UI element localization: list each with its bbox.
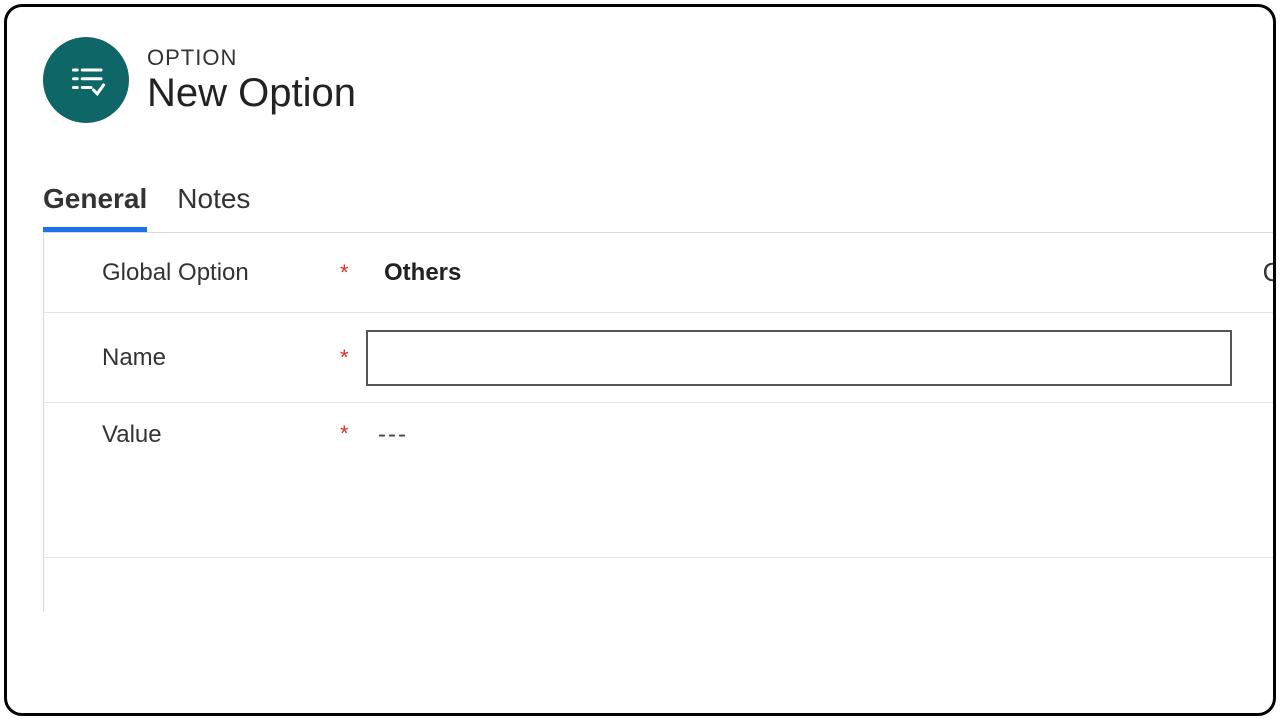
form-header: OPTION New Option bbox=[7, 7, 1273, 133]
global-option-value: Others bbox=[366, 259, 461, 287]
global-option-lookup[interactable]: Others C bbox=[366, 259, 1273, 287]
option-list-icon bbox=[43, 37, 129, 123]
row-spacer bbox=[44, 558, 1273, 608]
label-global-option: Global Option bbox=[102, 259, 340, 287]
page-title: New Option bbox=[147, 71, 356, 115]
row-global-option: Global Option * Others C bbox=[44, 233, 1273, 313]
required-marker: * bbox=[340, 345, 366, 371]
label-value: Value bbox=[102, 421, 340, 449]
row-name: Name * bbox=[44, 313, 1273, 403]
value-field[interactable]: --- bbox=[366, 421, 1273, 449]
label-name: Name bbox=[102, 344, 340, 372]
tab-general[interactable]: General bbox=[43, 183, 147, 232]
name-input[interactable] bbox=[366, 330, 1232, 386]
lookup-open-icon[interactable]: C bbox=[1257, 257, 1276, 288]
form-window: OPTION New Option General Notes Global O… bbox=[4, 4, 1276, 716]
tab-notes[interactable]: Notes bbox=[177, 183, 250, 232]
header-eyebrow: OPTION bbox=[147, 45, 356, 71]
required-marker: * bbox=[340, 260, 366, 286]
form-panel: Global Option * Others C Name * Value * … bbox=[43, 232, 1273, 612]
required-marker: * bbox=[340, 421, 366, 447]
tab-bar: General Notes bbox=[7, 133, 1273, 232]
header-text: OPTION New Option bbox=[147, 45, 356, 115]
value-display: --- bbox=[366, 421, 408, 449]
row-value: Value * --- bbox=[44, 403, 1273, 558]
